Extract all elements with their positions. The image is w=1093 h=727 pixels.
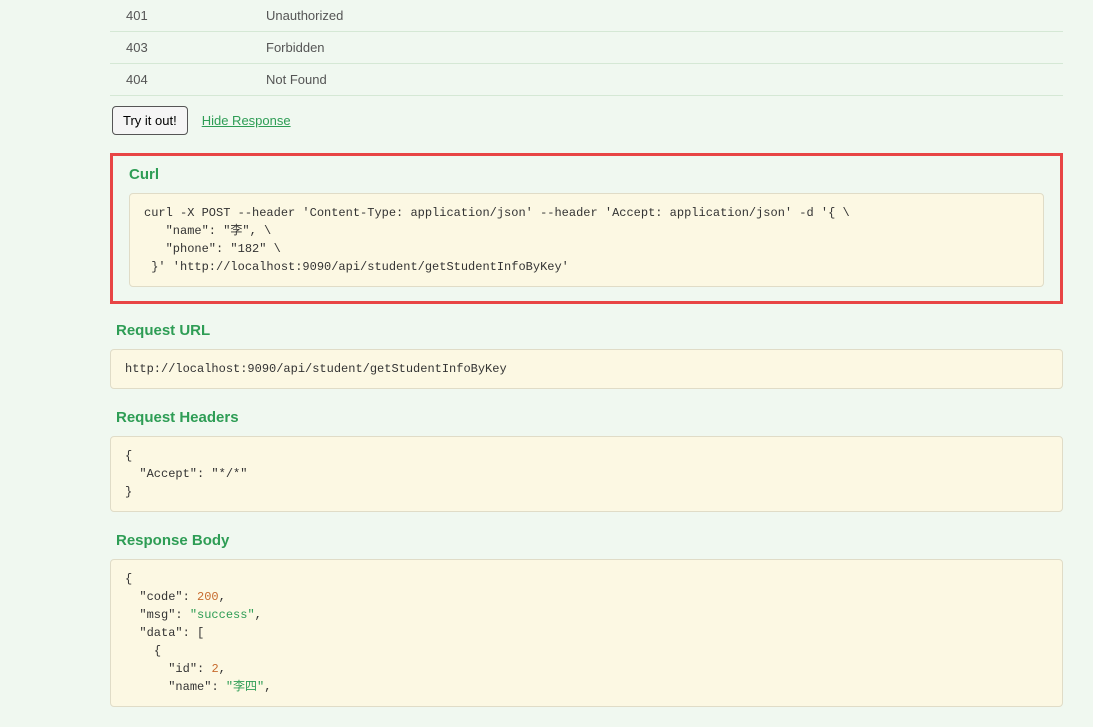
curl-code-block[interactable]: curl -X POST --header 'Content-Type: app… [129, 193, 1044, 287]
status-row: 401Unauthorized [110, 0, 1063, 32]
hide-response-link[interactable]: Hide Response [202, 113, 291, 128]
action-row: Try it out! Hide Response [110, 106, 1063, 135]
try-it-out-button[interactable]: Try it out! [112, 106, 188, 135]
request-headers-block[interactable]: { "Accept": "*/*" } [110, 436, 1063, 512]
request-url-block[interactable]: http://localhost:9090/api/student/getStu… [110, 349, 1063, 389]
status-text: Unauthorized [250, 0, 1063, 32]
status-code: 404 [110, 64, 250, 96]
response-body-block[interactable]: { "code": 200, "msg": "success", "data":… [110, 559, 1063, 707]
request-url-title: Request URL [110, 322, 1063, 339]
status-code-table: 401Unauthorized403Forbidden404Not Found [110, 0, 1063, 96]
response-body-title: Response Body [110, 532, 1063, 549]
curl-section-highlighted: Curl curl -X POST --header 'Content-Type… [110, 153, 1063, 304]
status-text: Not Found [250, 64, 1063, 96]
status-code: 401 [110, 0, 250, 32]
status-code: 403 [110, 32, 250, 64]
request-headers-title: Request Headers [110, 409, 1063, 426]
status-text: Forbidden [250, 32, 1063, 64]
status-row: 403Forbidden [110, 32, 1063, 64]
curl-title: Curl [129, 166, 1044, 183]
status-row: 404Not Found [110, 64, 1063, 96]
